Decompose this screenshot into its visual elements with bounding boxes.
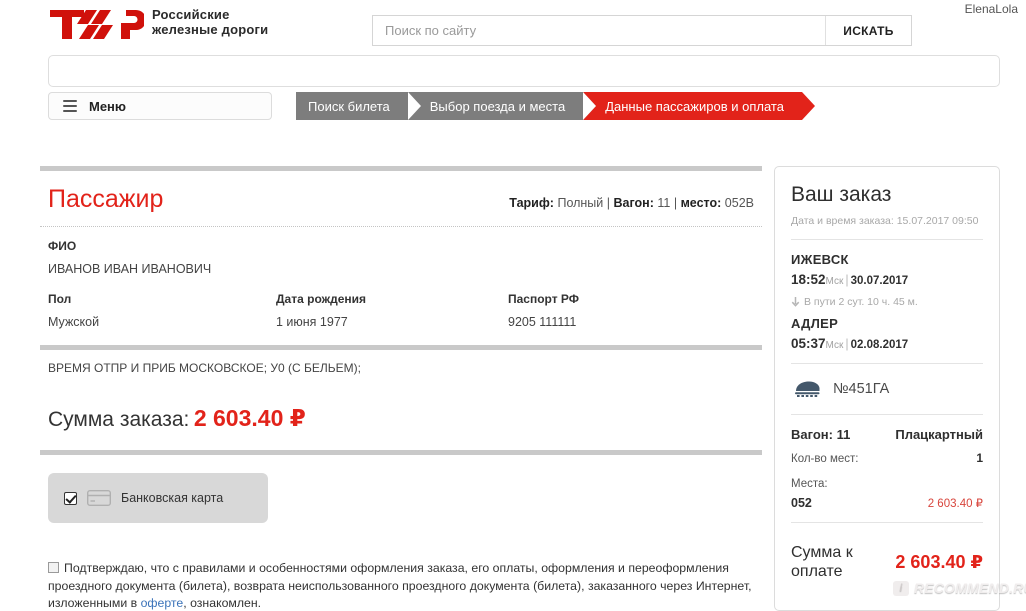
order-sum-value: 2 603.40 ₽	[193, 405, 306, 431]
birthdate-label: Дата рождения	[276, 292, 367, 306]
site-search: ИСКАТЬ	[372, 15, 912, 46]
trip-duration: В пути 2 сут. 10 ч. 45 м.	[804, 296, 918, 308]
credit-card-icon	[87, 490, 111, 506]
fare-wagon-label: Вагон:	[613, 196, 654, 210]
step-search-ticket-label: Поиск билета	[308, 98, 390, 114]
arrival-timezone: Мск	[825, 340, 844, 351]
passport-field: Паспорт РФ 9205 111111	[508, 292, 754, 329]
arrival-station: АДЛЕР	[791, 316, 839, 331]
consent-block: Подтверждаю, что с правилами и особеннос…	[48, 560, 754, 611]
total-value: 2 603.40 ₽	[895, 551, 983, 572]
brand-logo[interactable]: Российские железные дороги	[48, 2, 268, 42]
order-divider-4	[791, 522, 983, 523]
arrow-down-icon	[791, 296, 800, 307]
arrival-sep: |	[845, 337, 849, 351]
secondary-bar	[48, 55, 1000, 87]
menu-button[interactable]: Меню	[48, 92, 272, 120]
order-panel-title: Ваш заказ	[791, 183, 892, 206]
fare-tariff-label: Тариф:	[509, 196, 554, 210]
trip-note: ВРЕМЯ ОТПР И ПРИБ МОСКОВСКОЕ; У0 (С БЕЛЬ…	[48, 361, 361, 375]
payment-method-bank-card[interactable]: Банковская карта	[48, 473, 268, 523]
search-input[interactable]	[373, 16, 825, 45]
departure-sep: |	[845, 273, 849, 287]
offer-link[interactable]: оферте	[141, 596, 184, 610]
checkbox-checked-icon[interactable]	[64, 491, 77, 505]
page-root: Российские железные дороги ElenaLola ИСК…	[0, 0, 1026, 611]
hamburger-icon	[63, 97, 77, 115]
trip-duration-row: В пути 2 сут. 10 ч. 45 м.	[791, 296, 983, 308]
departure-date: 30.07.2017	[850, 275, 909, 287]
seat-number: 052	[791, 496, 812, 510]
fare-tariff-value: Полный	[557, 196, 604, 210]
consent-checkbox[interactable]	[48, 562, 59, 573]
arrival-time: 05:37	[791, 336, 826, 351]
train-number: №451ГА	[833, 381, 890, 397]
brand-text: Российские железные дороги	[152, 7, 268, 37]
payment-methods: Банковская карта	[40, 455, 762, 523]
seats-count-value: 1	[976, 451, 983, 465]
train-row: №451ГА	[791, 376, 983, 402]
consent-text-after: , ознакомлен.	[183, 596, 262, 610]
fio-label: ФИО	[48, 239, 77, 253]
order-sum-label: Сумма заказа:	[48, 408, 190, 431]
fio-value: ИВАНОВ ИВАН ИВАНОВИЧ	[48, 262, 212, 276]
step-choose-train[interactable]: Выбор поезда и места	[407, 92, 597, 120]
passenger-section: Пассажир Тариф: Полный | Вагон: 11 | мес…	[40, 166, 762, 523]
wagon-number: Вагон: 11	[791, 427, 851, 442]
rzd-logo-icon	[50, 10, 144, 39]
checkout-steps: Поиск билета Выбор поезда и места Данные…	[296, 92, 815, 120]
order-sum-row: Сумма заказа: 2 603.40 ₽	[40, 389, 762, 450]
brand-line-1: Российские	[152, 7, 230, 22]
birthdate-value: 1 июня 1977	[276, 315, 348, 329]
passenger-details: Пол Мужской Дата рождения 1 июня 1977 Па…	[40, 292, 762, 345]
departure-timezone: Мск	[825, 276, 844, 287]
passenger-header: Пассажир Тариф: Полный | Вагон: 11 | мес…	[40, 171, 762, 226]
step-passenger-payment[interactable]: Данные пассажиров и оплата	[583, 92, 815, 120]
wagon-row: Вагон: 11 Плацкартный	[791, 427, 983, 442]
seat-row: 052 2 603.40 ₽	[791, 496, 983, 510]
birthdate-field: Дата рождения 1 июня 1977	[276, 292, 508, 329]
search-button[interactable]: ИСКАТЬ	[825, 16, 911, 45]
departure-time: 18:52	[791, 272, 826, 287]
train-icon	[795, 381, 820, 397]
total-label: Сумма к оплате	[791, 544, 853, 580]
order-divider-1	[791, 239, 983, 240]
fare-seat-label: место:	[680, 196, 722, 210]
seat-price: 2 603.40 ₽	[927, 498, 983, 510]
user-account-link[interactable]: ElenaLola	[965, 2, 1018, 16]
brand-line-2: железные дороги	[152, 22, 269, 37]
total-row: Сумма к оплате 2 603.40 ₽	[791, 535, 983, 581]
fio-block: ФИО ИВАНОВ ИВАН ИВАНОВИЧ	[40, 227, 762, 292]
step-choose-train-label: Выбор поезда и места	[429, 98, 566, 114]
passport-label: Паспорт РФ	[508, 292, 580, 306]
departure-time-row: 18:52Мск | 30.07.2017	[791, 272, 983, 287]
fare-sep-2: |	[673, 196, 678, 210]
departure-station: ИЖЕВСК	[791, 252, 849, 267]
wagon-type: Плацкартный	[895, 427, 983, 442]
step-passenger-payment-label: Данные пассажиров и оплата	[605, 98, 784, 114]
order-summary-panel: Ваш заказ Дата и время заказа: 15.07.201…	[774, 166, 1000, 611]
order-divider-2	[791, 363, 983, 364]
order-datetime: Дата и время заказа: 15.07.2017 09:50	[791, 215, 979, 227]
passport-value: 9205 111111	[508, 315, 577, 329]
arrival-date: 02.08.2017	[850, 339, 909, 351]
page-title: Пассажир	[48, 185, 164, 213]
step-search-ticket[interactable]: Поиск билета	[296, 92, 421, 120]
arrival-time-row: 05:37Мск | 02.08.2017	[791, 336, 983, 351]
seats-count-label: Кол-во мест:	[791, 453, 859, 465]
menu-button-label: Меню	[89, 98, 127, 114]
order-divider-3	[791, 414, 983, 415]
seats-count-row: Кол-во мест: 1	[791, 451, 983, 465]
fare-info: Тариф: Полный | Вагон: 11 | место: 052В	[509, 196, 754, 210]
fare-wagon-value: 11	[657, 196, 671, 210]
payment-method-label: Банковская карта	[121, 491, 224, 505]
gender-value: Мужской	[48, 315, 100, 329]
seats-label: Места:	[791, 478, 828, 490]
fare-seat-value: 052В	[724, 196, 754, 210]
site-header: Российские железные дороги ElenaLola ИСК…	[0, 0, 1026, 50]
gender-field: Пол Мужской	[48, 292, 276, 329]
fare-sep-1: |	[606, 196, 611, 210]
gender-label: Пол	[48, 292, 72, 306]
